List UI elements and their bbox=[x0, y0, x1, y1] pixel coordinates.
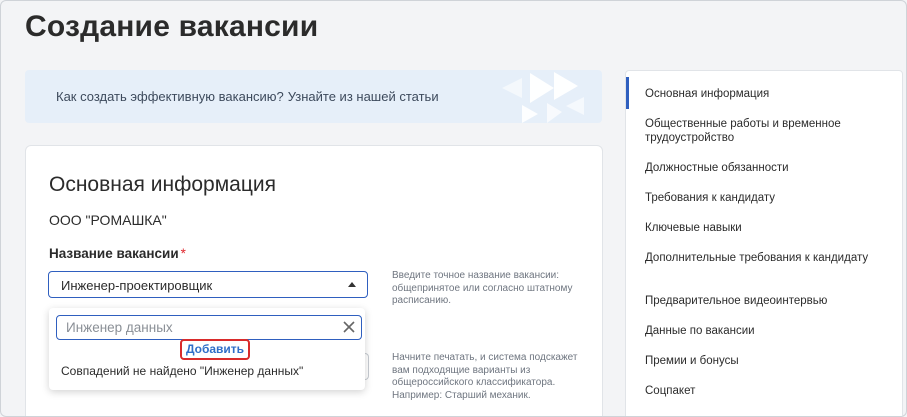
vacancy-name-label-text: Название вакансии bbox=[49, 246, 179, 261]
sidebar-item-extra-requirements[interactable]: Дополнительные требования к кандидату bbox=[645, 251, 885, 265]
vacancy-name-label: Название вакансии * bbox=[49, 246, 186, 261]
chevron-up-icon[interactable] bbox=[348, 282, 356, 287]
sidebar-item-main-info[interactable]: Основная информация bbox=[645, 87, 885, 101]
help-banner[interactable]: Как создать эффективную вакансию? Узнайте… bbox=[25, 70, 602, 123]
sidebar-item-vacancy-data[interactable]: Данные по вакансии bbox=[645, 324, 885, 338]
page-title: Создание вакансии bbox=[25, 10, 319, 43]
page-frame: Создание вакансии Как создать эффективну… bbox=[0, 0, 907, 417]
sidebar-item-duties[interactable]: Должностные обязанности bbox=[645, 161, 885, 175]
vacancy-name-value: Инженер-проектировщик bbox=[61, 278, 213, 293]
sidebar-item-key-skills[interactable]: Ключевые навыки bbox=[645, 221, 885, 235]
sidebar-item-social-package[interactable]: Соцпакет bbox=[645, 384, 885, 398]
sidebar-item-cutoff: ‥ bbox=[645, 412, 885, 416]
banner-text[interactable]: Как создать эффективную вакансию? Узнайте… bbox=[56, 89, 439, 104]
classifier-hint: Начните печатать, и система подскажет ва… bbox=[392, 352, 578, 401]
no-match-message: Совпадений не найдено "Инженер данных" bbox=[61, 364, 304, 378]
sidebar-item-public-works[interactable]: Общественные работы и временное трудоуст… bbox=[645, 117, 885, 145]
active-indicator bbox=[626, 77, 629, 109]
vacancy-search-dropdown: Добавить Совпадений не найдено "Инженер … bbox=[49, 308, 365, 390]
sidebar-item-requirements[interactable]: Требования к кандидату bbox=[645, 191, 885, 205]
company-name: ООО "РОМАШКА" bbox=[49, 212, 167, 228]
vacancy-search-input[interactable] bbox=[56, 315, 362, 340]
section-title: Основная информация bbox=[49, 173, 276, 196]
banner-question: Как создать эффективную вакансию? bbox=[56, 89, 284, 104]
vacancy-name-hint: Введите точное название вакансии: общепр… bbox=[392, 270, 573, 306]
vacancy-name-select[interactable]: Инженер-проектировщик bbox=[48, 271, 368, 298]
close-icon[interactable] bbox=[342, 320, 356, 334]
banner-decoration-icon bbox=[502, 72, 584, 123]
sidebar-item-bonuses[interactable]: Премии и бонусы bbox=[645, 354, 885, 368]
required-mark: * bbox=[180, 246, 186, 261]
sidebar-nav: Основная информация Общественные работы … bbox=[625, 70, 903, 416]
add-button[interactable]: Добавить bbox=[180, 339, 250, 360]
banner-link[interactable]: Узнайте из нашей статьи bbox=[288, 89, 439, 104]
sidebar-item-video-interview[interactable]: Предварительное видеоинтервью bbox=[645, 294, 885, 308]
